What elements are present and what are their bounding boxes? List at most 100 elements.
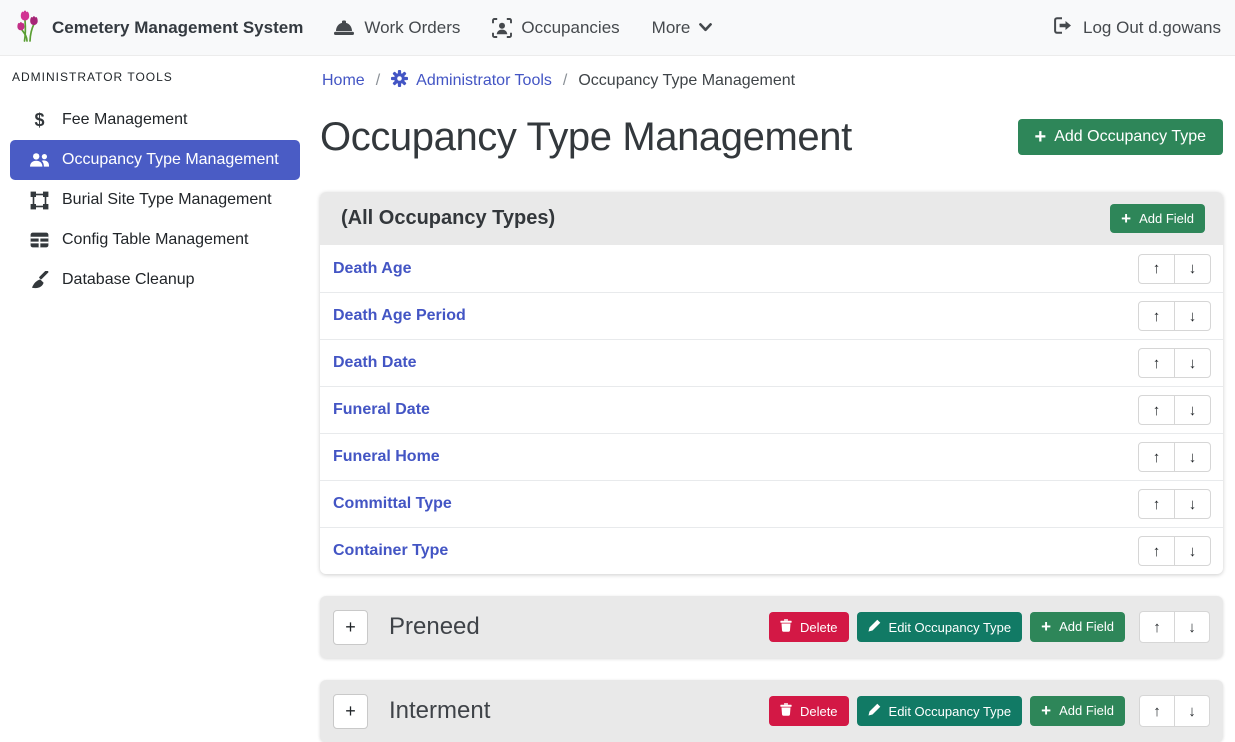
move-down-button[interactable]: ↓ (1174, 301, 1211, 331)
field-row-death-age: Death Age ↑ ↓ (320, 245, 1223, 292)
move-up-button[interactable]: ↑ (1138, 536, 1175, 566)
plus-icon: + (1035, 128, 1047, 146)
broom-icon (28, 271, 51, 289)
expand-section-button[interactable]: + (333, 610, 368, 645)
plus-icon: + (1121, 211, 1131, 226)
nav-item-more[interactable]: More (652, 18, 713, 38)
sidebar-item-burial-site-type-management[interactable]: Burial Site Type Management (10, 180, 300, 220)
nav-item-label: Occupancies (521, 18, 619, 38)
move-up-button[interactable]: ↑ (1138, 301, 1175, 331)
move-down-button[interactable]: ↓ (1174, 442, 1211, 472)
field-link[interactable]: Death Date (333, 354, 417, 372)
move-up-button[interactable]: ↑ (1138, 348, 1175, 378)
move-up-button[interactable]: ↑ (1138, 489, 1175, 519)
field-row-committal-type: Committal Type ↑ ↓ (320, 480, 1223, 527)
field-link[interactable]: Death Age Period (333, 307, 466, 325)
delete-button[interactable]: Delete (769, 612, 849, 642)
reorder-buttons: ↑ ↓ (1139, 611, 1210, 643)
chevron-down-icon (699, 23, 712, 32)
plus-icon: + (1041, 619, 1051, 634)
occupancy-type-section-interment: + Interment Delete Edi (320, 680, 1223, 742)
users-icon (28, 152, 51, 168)
reorder-buttons: ↑ ↓ (1138, 301, 1211, 331)
delete-button[interactable]: Delete (769, 696, 849, 726)
field-link[interactable]: Death Age (333, 260, 412, 278)
sidebar-item-label: Database Cleanup (62, 271, 195, 289)
breadcrumb-admin-tools-label: Administrator Tools (416, 72, 552, 90)
breadcrumb-home-link[interactable]: Home (322, 72, 365, 90)
breadcrumb-separator: / (376, 72, 380, 90)
add-field-button[interactable]: + Add Field (1030, 696, 1125, 725)
main-content: Home / (310, 56, 1235, 738)
add-field-button[interactable]: + Add Field (1110, 204, 1205, 233)
reorder-buttons: ↑ ↓ (1138, 489, 1211, 519)
move-down-button[interactable]: ↓ (1174, 536, 1211, 566)
nav-item-work-orders[interactable]: Work Orders (333, 18, 460, 38)
sidebar-item-label: Config Table Management (62, 231, 249, 249)
all-occupancy-types-card: (All Occupancy Types) + Add Field Death … (320, 192, 1223, 574)
app-brand[interactable]: Cemetery Management System (14, 8, 303, 47)
move-down-button[interactable]: ↓ (1174, 489, 1211, 519)
move-down-button[interactable]: ↓ (1174, 254, 1211, 284)
dollar-icon: $ (28, 111, 51, 129)
portrait-frame-icon (492, 18, 512, 38)
move-down-button[interactable]: ↓ (1174, 395, 1211, 425)
nav-item-occupancies[interactable]: Occupancies (492, 18, 619, 38)
reorder-buttons: ↑ ↓ (1138, 348, 1211, 378)
expand-section-button[interactable]: + (333, 694, 368, 729)
move-up-button[interactable]: ↑ (1139, 611, 1175, 643)
sidebar-item-fee-management[interactable]: $ Fee Management (10, 100, 300, 140)
tulip-logo-icon (14, 8, 41, 47)
move-up-button[interactable]: ↑ (1138, 442, 1175, 472)
all-occupancy-types-header: (All Occupancy Types) + Add Field (320, 192, 1223, 245)
field-link[interactable]: Funeral Home (333, 448, 440, 466)
edit-occupancy-type-button[interactable]: Edit Occupancy Type (857, 696, 1023, 726)
add-field-button[interactable]: + Add Field (1030, 612, 1125, 641)
frame-icon (28, 191, 51, 210)
sidebar-item-label: Burial Site Type Management (62, 191, 272, 209)
move-up-button[interactable]: ↑ (1138, 395, 1175, 425)
sidebar-item-label: Occupancy Type Management (62, 151, 279, 169)
move-down-button[interactable]: ↓ (1174, 348, 1211, 378)
section-actions: Delete Edit Occupancy Type + Add Field ↑… (769, 611, 1210, 643)
logout-button[interactable]: Log Out d.gowans (1054, 17, 1221, 39)
field-row-death-date: Death Date ↑ ↓ (320, 339, 1223, 386)
page-title: Occupancy Type Management (320, 115, 852, 160)
occupancy-type-section-preneed: + Preneed Delete Edit (320, 596, 1223, 658)
occupancy-type-sections: + Preneed Delete Edit (320, 596, 1223, 742)
reorder-buttons: ↑ ↓ (1139, 695, 1210, 727)
edit-occupancy-type-button[interactable]: Edit Occupancy Type (857, 612, 1023, 642)
pencil-icon (868, 619, 881, 635)
sidebar-item-occupancy-type-management[interactable]: Occupancy Type Management (10, 140, 300, 180)
plus-icon: + (1041, 703, 1051, 718)
move-down-button[interactable]: ↓ (1174, 695, 1210, 727)
nav-item-label: Work Orders (364, 18, 460, 38)
sidebar-item-label: Fee Management (62, 111, 187, 129)
add-field-label: Add Field (1139, 211, 1194, 226)
trash-icon (780, 703, 792, 719)
field-link[interactable]: Funeral Date (333, 401, 430, 419)
reorder-buttons: ↑ ↓ (1138, 442, 1211, 472)
field-row-funeral-date: Funeral Date ↑ ↓ (320, 386, 1223, 433)
field-list: Death Age ↑ ↓ Death Age Period ↑ ↓ Death… (320, 245, 1223, 574)
add-field-label: Add Field (1059, 619, 1114, 634)
move-up-button[interactable]: ↑ (1138, 254, 1175, 284)
section-actions: Delete Edit Occupancy Type + Add Field ↑… (769, 695, 1210, 727)
field-link[interactable]: Container Type (333, 542, 448, 560)
sidebar-heading: ADMINISTRATOR TOOLS (10, 64, 300, 100)
logout-icon (1054, 17, 1073, 39)
breadcrumb-admin-tools-link[interactable]: Administrator Tools (391, 70, 552, 92)
delete-label: Delete (800, 620, 838, 635)
add-occupancy-type-button[interactable]: + Add Occupancy Type (1018, 119, 1223, 155)
field-row-funeral-home: Funeral Home ↑ ↓ (320, 433, 1223, 480)
field-link[interactable]: Committal Type (333, 495, 452, 513)
nav-item-label: More (652, 18, 691, 38)
reorder-buttons: ↑ ↓ (1138, 254, 1211, 284)
sidebar-item-config-table-management[interactable]: Config Table Management (10, 220, 300, 260)
move-down-button[interactable]: ↓ (1174, 611, 1210, 643)
breadcrumb-separator: / (563, 72, 567, 90)
move-up-button[interactable]: ↑ (1139, 695, 1175, 727)
sidebar-item-database-cleanup[interactable]: Database Cleanup (10, 260, 300, 300)
reorder-buttons: ↑ ↓ (1138, 395, 1211, 425)
delete-label: Delete (800, 704, 838, 719)
